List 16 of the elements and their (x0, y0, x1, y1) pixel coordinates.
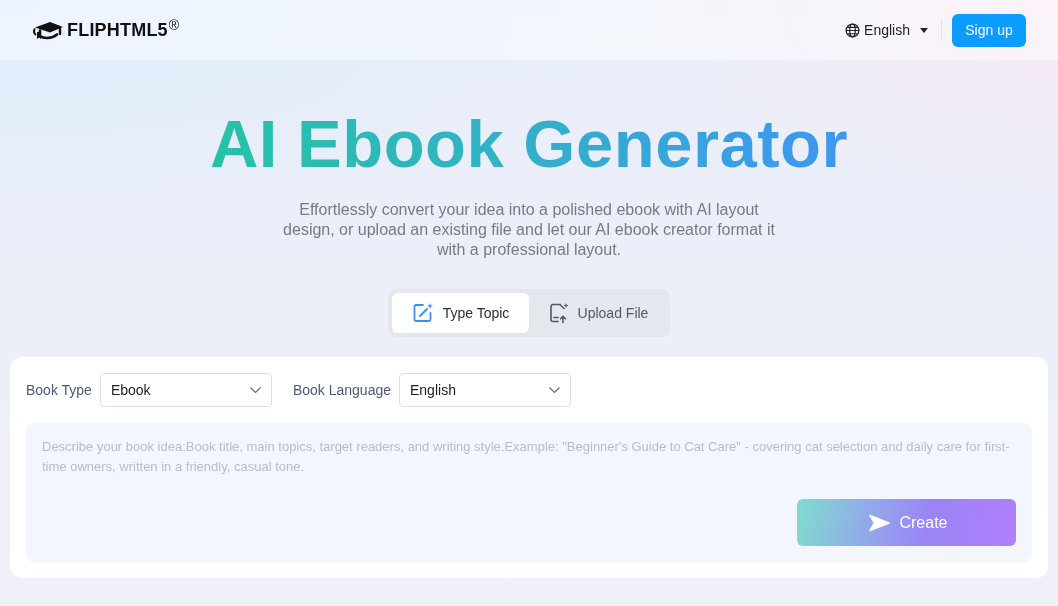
send-arrow-icon (869, 513, 891, 532)
field-label: Book Type (26, 382, 92, 398)
chevron-down-icon (549, 387, 560, 393)
logo-text[interactable]: FLIPHTML5$^{®}$ (67, 19, 180, 41)
language-selector[interactable]: English (845, 22, 928, 38)
graduation-cap-icon (33, 20, 64, 40)
chevron-down-icon (249, 387, 261, 393)
dropdown-select[interactable]: English (399, 373, 571, 407)
mode-tab[interactable]: Upload File (529, 293, 666, 333)
dropdown-select[interactable]: Ebook (99, 373, 272, 407)
edit-sparkle-icon (411, 302, 434, 324)
caret-icon (920, 27, 928, 33)
mode-tab[interactable]: Type Topic (392, 293, 529, 333)
field-label: Book Language (292, 382, 391, 398)
page-subtitle: Effortlessly convert your idea into a polished ebook with AI layout design, or upload an existing file and let our AI ebook creator format it with a professional layout. (282, 200, 776, 260)
globe-icon (845, 22, 861, 38)
